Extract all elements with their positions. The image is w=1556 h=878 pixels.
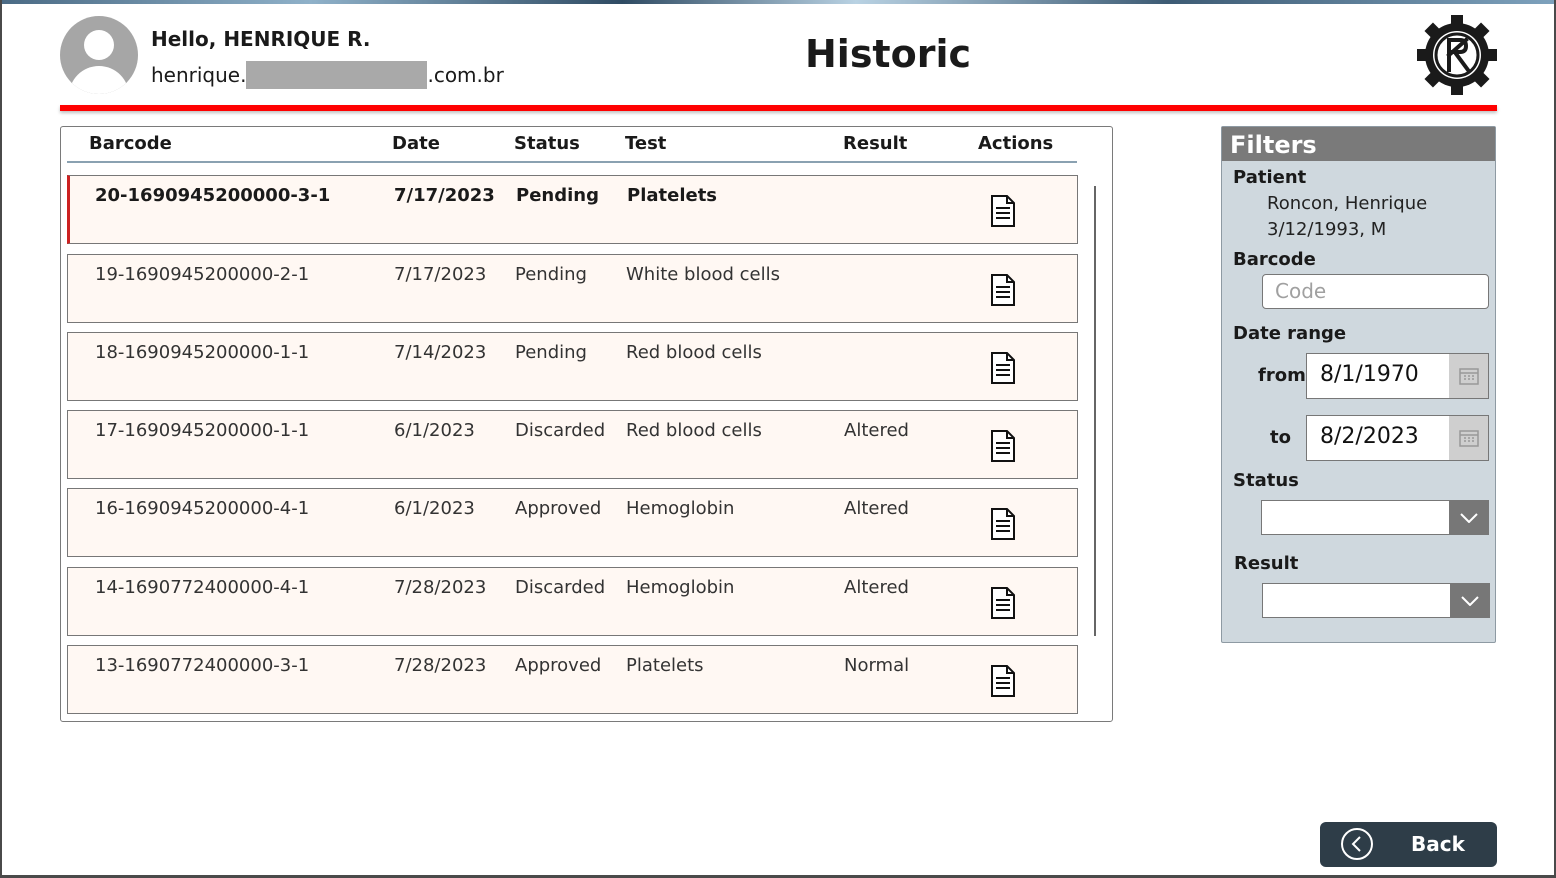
column-header-actions: Actions — [978, 133, 1054, 154]
column-header-status[interactable]: Status — [514, 133, 580, 154]
user-email: henrique. .com.br — [151, 61, 504, 89]
user-greeting: Hello, HENRIQUE R. — [151, 27, 371, 51]
header-divider — [60, 105, 1497, 111]
table-row[interactable]: 18-1690945200000-1-1 7/14/2023 Pending R… — [67, 332, 1078, 401]
table-scrollbar[interactable] — [1094, 186, 1096, 636]
row-date: 6/1/2023 — [394, 498, 475, 519]
row-status: Pending — [515, 342, 587, 363]
row-status: Discarded — [515, 577, 606, 598]
table-row[interactable]: 20-1690945200000-3-1 7/17/2023 Pending P… — [67, 175, 1078, 244]
row-date: 6/1/2023 — [394, 420, 475, 441]
row-date: 7/28/2023 — [394, 655, 487, 676]
row-date: 7/17/2023 — [394, 264, 487, 285]
table-row[interactable]: 19-1690945200000-2-1 7/17/2023 Pending W… — [67, 254, 1078, 323]
row-test: Platelets — [627, 185, 718, 206]
gear-logo-icon — [1417, 15, 1497, 95]
email-prefix: henrique. — [151, 63, 247, 87]
patient-name: Roncon, Henrique — [1267, 193, 1428, 214]
chevron-down-icon[interactable] — [1449, 501, 1488, 534]
from-label: from — [1258, 365, 1306, 386]
patient-label: Patient — [1233, 167, 1307, 188]
row-barcode: 17-1690945200000-1-1 — [95, 420, 310, 441]
patient-info: 3/12/1993, M — [1267, 219, 1387, 240]
document-icon[interactable] — [990, 665, 1016, 697]
table-row[interactable]: 17-1690945200000-1-1 6/1/2023 Discarded … — [67, 410, 1078, 479]
row-status: Pending — [515, 264, 587, 285]
table-header-rule — [67, 161, 1077, 163]
row-result: Normal — [844, 655, 910, 676]
chevron-left-icon — [1341, 828, 1373, 860]
row-status: Approved — [515, 655, 602, 676]
barcode-input[interactable]: Code — [1262, 274, 1489, 309]
row-date: 7/28/2023 — [394, 577, 487, 598]
page-title: Historic — [804, 32, 971, 76]
row-barcode: 18-1690945200000-1-1 — [95, 342, 310, 363]
table-row[interactable]: 13-1690772400000-3-1 7/28/2023 Approved … — [67, 645, 1078, 714]
filters-title: Filters — [1222, 127, 1495, 161]
row-test: Red blood cells — [626, 342, 762, 363]
row-status: Discarded — [515, 420, 606, 441]
avatar — [60, 16, 138, 94]
column-header-date[interactable]: Date — [392, 133, 440, 154]
filters-panel: Filters Patient Roncon, Henrique 3/12/19… — [1221, 126, 1496, 643]
status-filter-label: Status — [1233, 470, 1299, 491]
back-button-label: Back — [1411, 832, 1465, 856]
from-date-value: 8/1/1970 — [1320, 362, 1419, 387]
row-test: Hemoglobin — [626, 577, 735, 598]
row-status: Approved — [515, 498, 602, 519]
row-date: 7/17/2023 — [394, 185, 495, 206]
column-header-result[interactable]: Result — [843, 133, 907, 154]
row-barcode: 13-1690772400000-3-1 — [95, 655, 310, 676]
column-header-barcode[interactable]: Barcode — [89, 133, 172, 154]
row-barcode: 16-1690945200000-4-1 — [95, 498, 310, 519]
document-icon[interactable] — [990, 587, 1016, 619]
row-result: Altered — [844, 498, 909, 519]
document-icon[interactable] — [990, 508, 1016, 540]
row-date: 7/14/2023 — [394, 342, 487, 363]
document-icon[interactable] — [990, 195, 1016, 227]
result-filter-label: Result — [1234, 553, 1299, 574]
document-icon[interactable] — [990, 430, 1016, 462]
to-label: to — [1270, 427, 1291, 448]
date-range-label: Date range — [1233, 323, 1347, 344]
barcode-filter-label: Barcode — [1233, 249, 1316, 270]
row-test: Platelets — [626, 655, 704, 676]
result-select[interactable] — [1262, 583, 1490, 618]
barcode-placeholder: Code — [1275, 279, 1327, 303]
row-barcode: 19-1690945200000-2-1 — [95, 264, 310, 285]
status-select[interactable] — [1261, 500, 1489, 535]
row-status: Pending — [516, 185, 599, 206]
document-icon[interactable] — [990, 352, 1016, 384]
row-result: Altered — [844, 420, 909, 441]
table-row[interactable]: 14-1690772400000-4-1 7/28/2023 Discarded… — [67, 567, 1078, 636]
row-test: Hemoglobin — [626, 498, 735, 519]
window-top-strip — [0, 0, 1556, 4]
window-frame-left — [0, 0, 2, 878]
email-suffix: .com.br — [427, 63, 504, 87]
to-date-value: 8/2/2023 — [1320, 424, 1419, 449]
document-icon[interactable] — [990, 274, 1016, 306]
from-date-picker[interactable]: 8/1/1970 — [1306, 353, 1489, 399]
row-test: White blood cells — [626, 264, 781, 285]
row-barcode: 14-1690772400000-4-1 — [95, 577, 310, 598]
row-result: Altered — [844, 577, 909, 598]
calendar-icon[interactable] — [1449, 354, 1488, 398]
row-barcode: 20-1690945200000-3-1 — [95, 185, 331, 206]
table-row[interactable]: 16-1690945200000-4-1 6/1/2023 Approved H… — [67, 488, 1078, 557]
back-button[interactable]: Back — [1320, 822, 1497, 867]
calendar-icon[interactable] — [1449, 416, 1488, 460]
column-header-test[interactable]: Test — [625, 133, 666, 154]
email-redaction — [246, 61, 428, 89]
chevron-down-icon[interactable] — [1450, 584, 1489, 617]
row-test: Red blood cells — [626, 420, 762, 441]
to-date-picker[interactable]: 8/2/2023 — [1306, 415, 1489, 461]
